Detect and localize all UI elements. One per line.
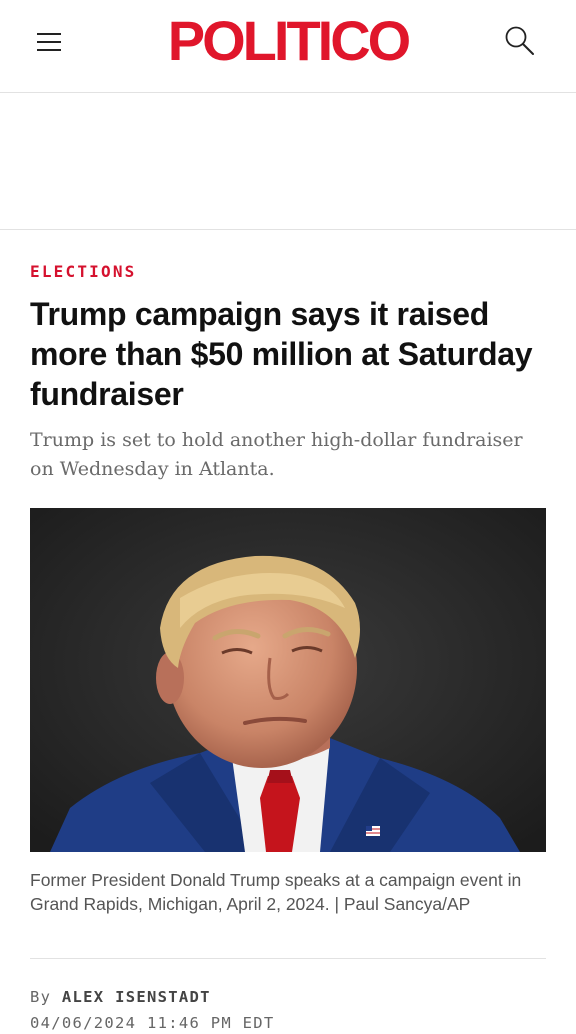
article-photo (30, 508, 546, 852)
author-link[interactable]: ALEX ISENSTADT (62, 988, 211, 1006)
site-header: POLITICO (0, 0, 576, 93)
publish-timestamp: 04/06/2024 11:46 PM EDT (30, 1014, 275, 1032)
byline: By ALEX ISENSTADT (30, 988, 211, 1010)
article-headline: Trump campaign says it raised more than … (30, 296, 533, 412)
image-caption: Former President Donald Trump speaks at … (30, 870, 522, 914)
divider (30, 958, 546, 959)
article-dek: Trump is set to hold another high-dollar… (30, 429, 523, 480)
hamburger-menu-icon[interactable] (34, 26, 64, 56)
section-label[interactable]: ELECTIONS (30, 262, 137, 282)
byline-prefix: By (30, 988, 52, 1006)
ad-slot (0, 94, 576, 230)
search-icon[interactable] (503, 24, 537, 58)
politico-logo[interactable]: POLITICO (150, 8, 426, 74)
